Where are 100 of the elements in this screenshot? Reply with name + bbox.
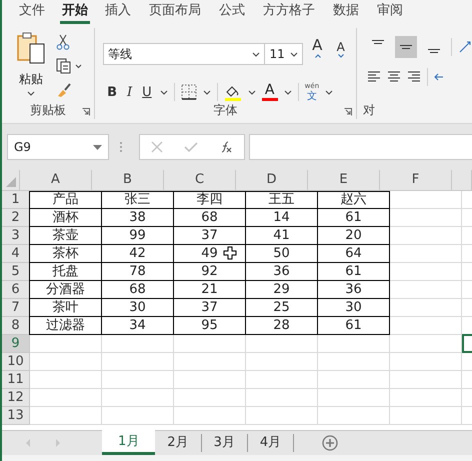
group-label: 字体 — [214, 102, 238, 119]
caret-icon[interactable] — [252, 52, 260, 56]
sheet-tab[interactable]: 3月 — [202, 434, 248, 452]
empty-cell — [246, 371, 318, 389]
empty-cell — [318, 407, 390, 425]
empty-cell — [174, 407, 246, 425]
formula-input[interactable] — [249, 134, 472, 160]
row-header[interactable]: 5 — [2, 263, 30, 281]
caret-icon[interactable] — [290, 52, 298, 56]
align-center-icon[interactable] — [387, 70, 401, 84]
caret-icon[interactable] — [325, 90, 334, 94]
group-label: 剪贴板 — [30, 102, 66, 118]
row-header[interactable]: 13 — [2, 407, 30, 425]
row-header[interactable]: 7 — [2, 299, 30, 317]
row-header[interactable]: 12 — [2, 389, 30, 407]
table-cell: 30 — [102, 299, 174, 317]
empty-cell — [174, 335, 246, 353]
column-header[interactable]: E — [308, 170, 380, 191]
table-cell: 78 — [102, 263, 174, 281]
row-header[interactable]: 9 — [2, 335, 30, 353]
italic-button[interactable]: I — [125, 84, 134, 100]
table-cell: 过滤器 — [30, 317, 102, 335]
align-lines-icon — [399, 44, 413, 50]
caret-up-icon — [314, 54, 321, 58]
table-cell: 王五 — [246, 191, 318, 209]
empty-cell — [318, 335, 390, 353]
row-header[interactable]: 6 — [2, 281, 30, 299]
font-size-dropdown[interactable]: 11 — [264, 43, 304, 65]
ribbon-tab[interactable]: 公式 — [210, 0, 254, 24]
paste-button[interactable]: 粘贴 — [16, 32, 46, 101]
scissors-icon[interactable] — [56, 34, 70, 50]
row-header[interactable]: 4 — [2, 245, 30, 263]
caret-icon[interactable] — [160, 90, 168, 94]
row-header[interactable]: 1 — [2, 191, 30, 209]
table-cell: 50 — [246, 245, 318, 263]
grow-font-button[interactable]: A — [307, 36, 328, 72]
column-header[interactable]: B — [92, 170, 164, 191]
caret-icon[interactable] — [284, 90, 292, 94]
caret-icon[interactable] — [248, 90, 256, 94]
table-cell: 41 — [246, 227, 318, 245]
triangle-icon — [6, 177, 16, 187]
dialog-launcher-icon[interactable] — [82, 108, 90, 116]
align-right-icon[interactable] — [407, 70, 421, 84]
dialog-launcher-icon[interactable] — [344, 108, 352, 116]
ribbon-tab[interactable]: 方方格子 — [254, 0, 324, 24]
empty-cell — [390, 389, 462, 407]
row-header[interactable]: 10 — [2, 353, 30, 371]
paintbrush-icon[interactable] — [56, 82, 72, 98]
cursor-icon — [223, 246, 237, 260]
ribbon-tab[interactable]: 插入 — [96, 0, 140, 24]
table-cell: 42 — [102, 245, 174, 263]
table-cell: 64 — [318, 245, 390, 263]
table-cell: 68 — [174, 209, 246, 227]
font-name-dropdown[interactable]: 等线 — [103, 43, 266, 65]
group-label: 对 — [363, 102, 375, 118]
empty-cell — [102, 335, 174, 353]
sheet-tab[interactable]: 2月 — [155, 434, 202, 452]
empty-cell — [390, 263, 462, 281]
sheet-tab[interactable]: 1月 — [102, 430, 156, 455]
empty-cell — [390, 209, 462, 227]
function-icon[interactable] — [219, 141, 234, 153]
sheet-tab[interactable]: 4月 — [248, 434, 294, 452]
underline-button[interactable]: U — [140, 84, 154, 100]
caret-icon[interactable] — [202, 90, 211, 94]
shrink-font-button[interactable]: A — [332, 40, 350, 68]
check-icon[interactable] — [184, 141, 198, 153]
font-color-button[interactable]: A — [262, 83, 278, 101]
table-cell: 34 — [102, 317, 174, 335]
borders-icon[interactable] — [180, 84, 197, 100]
ribbon-tab[interactable]: 文件 — [10, 0, 54, 24]
column-header[interactable]: C — [164, 170, 236, 191]
table-cell: 29 — [246, 281, 318, 299]
copy-icon[interactable] — [56, 58, 82, 74]
row-header[interactable]: 3 — [2, 227, 30, 245]
empty-cell — [318, 353, 390, 371]
table-cell: 茶壶 — [30, 227, 102, 245]
empty-cell — [390, 335, 462, 353]
table-cell: 30 — [318, 299, 390, 317]
align-button[interactable] — [395, 36, 417, 58]
ribbon-tab[interactable]: 页面布局 — [140, 0, 210, 24]
table-cell: 68 — [102, 281, 174, 299]
empty-cell — [102, 407, 174, 425]
row-header[interactable]: 2 — [2, 209, 30, 227]
row-header[interactable]: 11 — [2, 371, 30, 389]
row-header[interactable]: 8 — [2, 317, 30, 335]
add-sheet-icon[interactable] — [322, 435, 338, 451]
table-cell: 36 — [318, 281, 390, 299]
name-box[interactable]: G9 — [7, 134, 109, 160]
empty-cell — [246, 389, 318, 407]
table-cell: 61 — [318, 263, 390, 281]
column-header[interactable]: F — [380, 170, 452, 191]
empty-cell — [102, 371, 174, 389]
align-left-icon[interactable] — [367, 70, 381, 84]
orientation-icon[interactable] — [458, 40, 472, 54]
column-header[interactable]: D — [236, 170, 308, 191]
column-header[interactable]: A — [20, 170, 92, 191]
bold-button[interactable]: B — [105, 84, 120, 100]
ribbon-tab[interactable]: 数据 — [324, 0, 368, 24]
ribbon-tab[interactable]: 审阅 — [368, 0, 412, 24]
caret-icon[interactable] — [93, 144, 102, 150]
